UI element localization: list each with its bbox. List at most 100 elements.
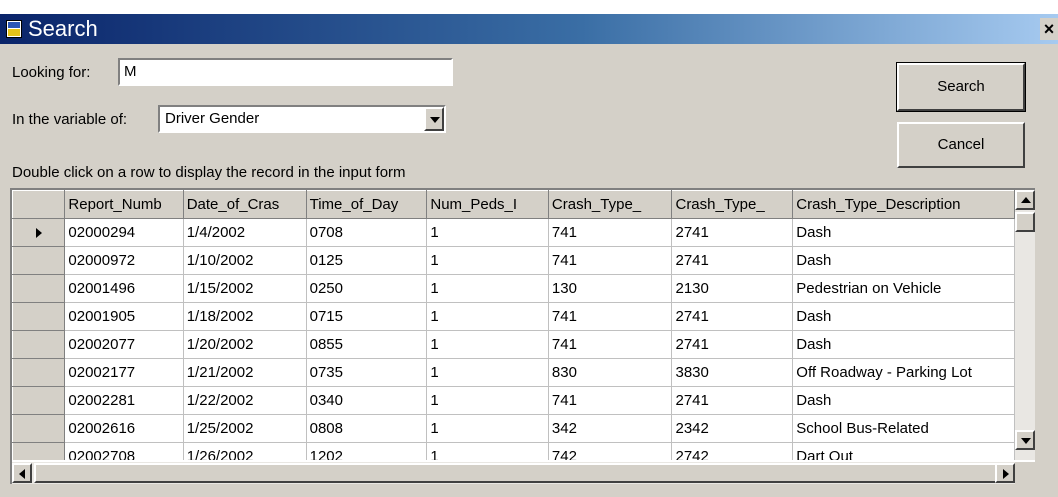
- row-selector[interactable]: [12, 218, 66, 247]
- table-cell[interactable]: 3830: [671, 358, 794, 387]
- table-cell[interactable]: 2741: [671, 246, 794, 275]
- column-header[interactable]: Num_Peds_I: [426, 190, 549, 219]
- table-cell[interactable]: 0125: [306, 246, 428, 275]
- table-cell[interactable]: 1: [426, 442, 549, 460]
- horizontal-scrollbar[interactable]: [12, 462, 1015, 484]
- table-cell[interactable]: Dash: [792, 330, 1015, 359]
- table-cell[interactable]: 2742: [671, 442, 794, 460]
- row-selector[interactable]: [12, 442, 66, 460]
- cancel-button[interactable]: Cancel: [897, 122, 1025, 168]
- table-cell[interactable]: 0855: [306, 330, 428, 359]
- table-cell[interactable]: 1: [426, 246, 549, 275]
- table-cell[interactable]: 1: [426, 302, 549, 331]
- table-cell[interactable]: 0735: [306, 358, 428, 387]
- table-row[interactable]: 02002708 1/26/2002 1202 1 742 2742 Dart Out: [12, 442, 1015, 460]
- vertical-scrollbar[interactable]: [1015, 190, 1035, 460]
- table-cell[interactable]: 1: [426, 358, 549, 387]
- close-button[interactable]: ×: [1040, 18, 1058, 40]
- table-cell[interactable]: 1/26/2002: [183, 442, 307, 460]
- table-cell[interactable]: Pedestrian on Vehicle: [792, 274, 1015, 303]
- table-cell[interactable]: Dash: [792, 218, 1015, 247]
- row-selector[interactable]: [12, 302, 66, 331]
- table-cell[interactable]: 0340: [306, 386, 428, 415]
- column-header[interactable]: Time_of_Day: [305, 190, 428, 219]
- row-selector[interactable]: [12, 386, 66, 415]
- table-cell[interactable]: 1/21/2002: [183, 358, 307, 387]
- table-cell[interactable]: 1: [426, 274, 549, 303]
- table-cell[interactable]: 2741: [671, 218, 794, 247]
- table-row[interactable]: 02002616 1/25/2002 0808 1 342 2342 School Bus-…: [12, 414, 1015, 443]
- table-row[interactable]: 02000972 1/10/2002 0125 1 741 2741 Dash: [12, 246, 1015, 275]
- table-cell[interactable]: 741: [548, 218, 673, 247]
- column-header[interactable]: Crash_Type_Description: [792, 190, 1015, 219]
- table-cell[interactable]: 1/25/2002: [183, 414, 307, 443]
- table-cell[interactable]: 1/15/2002: [183, 274, 307, 303]
- scroll-left-button[interactable]: [12, 463, 32, 483]
- table-cell[interactable]: 1/10/2002: [183, 246, 307, 275]
- table-cell[interactable]: 342: [548, 414, 673, 443]
- table-cell[interactable]: 02002616: [64, 414, 184, 443]
- scroll-up-button[interactable]: [1015, 190, 1035, 210]
- table-cell[interactable]: 1/4/2002: [183, 218, 307, 247]
- table-cell[interactable]: 1: [426, 218, 549, 247]
- results-grid[interactable]: Report_Numb Date_of_Cras Time_of_Day Num…: [10, 188, 1035, 484]
- table-cell[interactable]: Dash: [792, 386, 1015, 415]
- table-cell[interactable]: 1: [426, 414, 549, 443]
- table-cell[interactable]: 02002177: [64, 358, 184, 387]
- table-cell[interactable]: 02002281: [64, 386, 184, 415]
- table-row[interactable]: 02001496 1/15/2002 0250 1 130 2130 Pedestrian …: [12, 274, 1015, 303]
- table-cell[interactable]: Dash: [792, 302, 1015, 331]
- table-cell[interactable]: 1/18/2002: [183, 302, 307, 331]
- table-row[interactable]: 02000294 1/4/2002 0708 1 741 2741 Dash: [12, 218, 1015, 247]
- column-header[interactable]: Date_of_Cras: [182, 190, 307, 219]
- title-bar[interactable]: Search ×: [0, 14, 1058, 44]
- table-cell[interactable]: 2342: [671, 414, 794, 443]
- row-selector[interactable]: [12, 358, 66, 387]
- table-cell[interactable]: 02000972: [64, 246, 184, 275]
- column-header[interactable]: Crash_Type_: [547, 190, 673, 219]
- table-cell[interactable]: 0715: [306, 302, 428, 331]
- table-cell[interactable]: 741: [548, 330, 673, 359]
- vertical-scroll-thumb[interactable]: [1015, 212, 1035, 232]
- row-selector[interactable]: [12, 414, 66, 443]
- dropdown-button[interactable]: [424, 107, 444, 131]
- scroll-right-button[interactable]: [995, 463, 1015, 483]
- table-cell[interactable]: 0250: [306, 274, 428, 303]
- table-cell[interactable]: 1: [426, 386, 549, 415]
- table-cell[interactable]: 0808: [306, 414, 428, 443]
- table-cell[interactable]: 1: [426, 330, 549, 359]
- table-cell[interactable]: 742: [548, 442, 673, 460]
- table-row[interactable]: 02002177 1/21/2002 0735 1 830 3830 Off Roadway…: [12, 358, 1015, 387]
- table-cell[interactable]: Dart Out: [792, 442, 1015, 460]
- table-row[interactable]: 02002077 1/20/2002 0855 1 741 2741 Dash: [12, 330, 1015, 359]
- horizontal-scroll-thumb[interactable]: [34, 463, 1002, 483]
- table-cell[interactable]: 1202: [306, 442, 428, 460]
- variable-select[interactable]: Driver Gender: [158, 105, 446, 133]
- table-cell[interactable]: 1/20/2002: [183, 330, 307, 359]
- table-cell[interactable]: 02002708: [64, 442, 184, 460]
- column-header[interactable]: Report_Numb: [64, 190, 184, 219]
- row-selector[interactable]: [12, 246, 66, 275]
- table-cell[interactable]: 741: [548, 302, 673, 331]
- table-cell[interactable]: 741: [548, 386, 673, 415]
- search-button[interactable]: Search: [896, 62, 1026, 112]
- table-cell[interactable]: 0708: [306, 218, 428, 247]
- table-cell[interactable]: Off Roadway - Parking Lot: [792, 358, 1015, 387]
- table-cell[interactable]: 2741: [671, 302, 794, 331]
- table-cell[interactable]: School Bus-Related: [792, 414, 1015, 443]
- table-cell[interactable]: 741: [548, 246, 673, 275]
- table-row[interactable]: 02001905 1/18/2002 0715 1 741 2741 Dash: [12, 302, 1015, 331]
- table-cell[interactable]: Dash: [792, 246, 1015, 275]
- column-header[interactable]: Crash_Type_: [671, 190, 794, 219]
- table-cell[interactable]: 2130: [671, 274, 794, 303]
- table-cell[interactable]: 830: [548, 358, 673, 387]
- table-cell[interactable]: 02002077: [64, 330, 184, 359]
- table-cell[interactable]: 1/22/2002: [183, 386, 307, 415]
- scroll-down-button[interactable]: [1015, 430, 1035, 450]
- table-cell[interactable]: 02000294: [64, 218, 184, 247]
- looking-for-input[interactable]: M: [118, 58, 453, 86]
- table-cell[interactable]: 130: [548, 274, 673, 303]
- row-selector[interactable]: [12, 330, 66, 359]
- row-selector[interactable]: [12, 274, 66, 303]
- table-row[interactable]: 02002281 1/22/2002 0340 1 741 2741 Dash: [12, 386, 1015, 415]
